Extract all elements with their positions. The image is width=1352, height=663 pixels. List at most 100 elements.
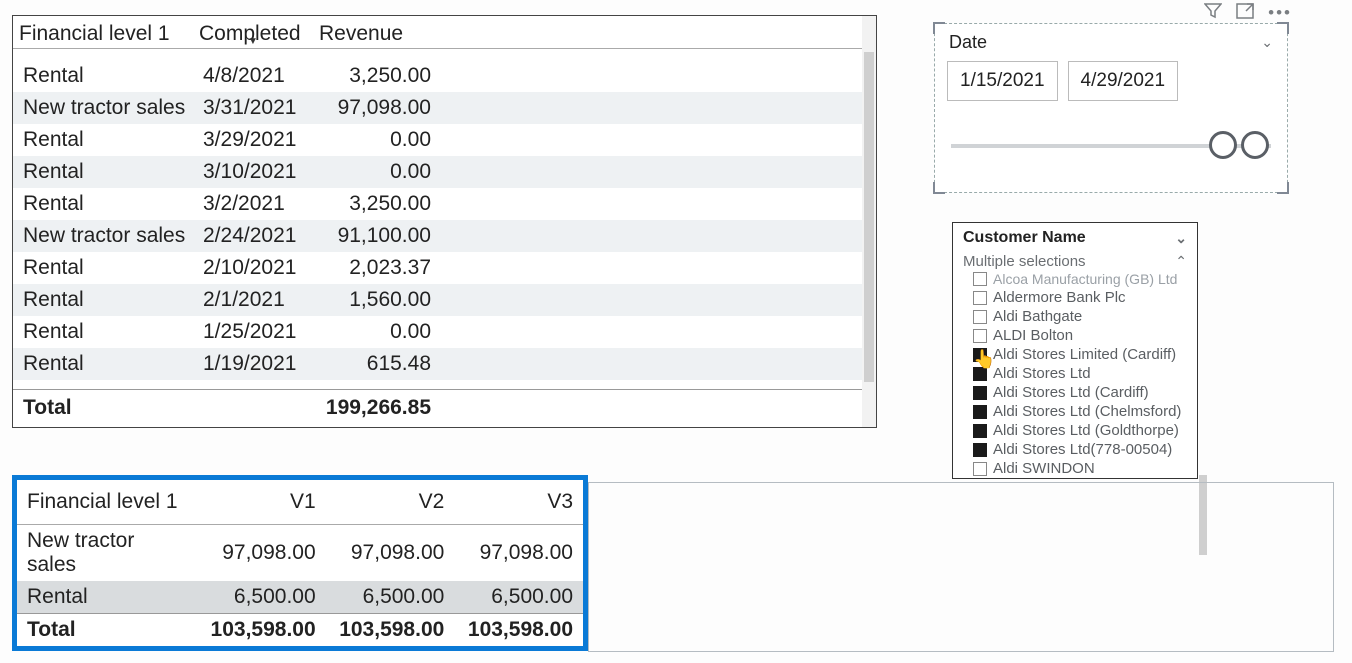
cell-financial-level: Rental	[17, 581, 197, 614]
cell-completed: 3/2/2021	[193, 188, 313, 220]
date-range-slider[interactable]	[951, 125, 1271, 175]
table-row[interactable]: Rental1/19/2021615.48	[13, 348, 862, 380]
col-header-spacer	[443, 16, 862, 49]
slicer-item[interactable]: Aldi SWINDON	[959, 459, 1197, 478]
scrollbar-vertical[interactable]	[862, 16, 876, 427]
cell-financial-level: Rental	[13, 348, 193, 380]
checkbox[interactable]	[973, 348, 987, 362]
date-to-input[interactable]: 4/29/2021	[1068, 61, 1179, 101]
table-row[interactable]: Rental2/1/20211,560.00	[13, 284, 862, 316]
customer-name-slicer[interactable]: Customer Name ⌄ Multiple selections ⌃ Al…	[952, 222, 1198, 479]
table-row[interactable]: Rental6,500.006,500.006,500.00	[17, 581, 583, 614]
cell-revenue: 2,023.37	[313, 252, 443, 284]
table-row[interactable]: New tractor sales3/31/202197,098.00	[13, 92, 862, 124]
checkbox[interactable]	[973, 462, 987, 476]
slicer-item[interactable]: Aldi Stores Ltd (Goldthorpe)	[959, 421, 1197, 440]
col-header-financial-level[interactable]: Financial level 1	[17, 480, 197, 525]
cell-revenue: 615.48	[313, 348, 443, 380]
checkbox[interactable]	[973, 386, 987, 400]
selection-handle[interactable]	[1277, 22, 1289, 34]
total-v3: 103,598.00	[454, 614, 583, 647]
cell-financial-level: Rental	[13, 188, 193, 220]
cell-completed: 1/25/2021	[193, 316, 313, 348]
cell-revenue: 0.00	[313, 156, 443, 188]
date-slicer[interactable]: Date ⌄ 1/15/2021 4/29/2021	[934, 23, 1288, 193]
slicer-item[interactable]: Aldermore Bank Plc	[959, 288, 1197, 307]
scrollbar-thumb[interactable]	[864, 52, 874, 382]
total-v2: 103,598.00	[326, 614, 455, 647]
slicer-item[interactable]: Aldi Bathgate	[959, 307, 1197, 326]
cell-revenue: 1,560.00	[313, 284, 443, 316]
slicer-item[interactable]: Aldi Stores Ltd(778-00504)	[959, 440, 1197, 459]
slicer-item[interactable]: Aldi Stores Ltd (Cardiff)	[959, 383, 1197, 402]
visual-header-toolbar: •••	[1204, 3, 1292, 24]
slicer-item-label: Aldi Stores Ltd	[993, 365, 1091, 382]
slider-handle-start[interactable]	[1209, 131, 1237, 159]
more-options-icon[interactable]: •••	[1268, 3, 1292, 24]
selection-handle[interactable]	[933, 182, 945, 194]
col-header-financial-level[interactable]: Financial level 1	[13, 16, 193, 49]
table-row[interactable]: New tractor sales97,098.0097,098.0097,09…	[17, 525, 583, 582]
empty-visual-placeholder[interactable]	[588, 482, 1334, 652]
cell-v1: 6,500.00	[197, 581, 326, 614]
filter-icon[interactable]	[1204, 3, 1222, 24]
cell-completed: 3/29/2021	[193, 124, 313, 156]
slicer-item-label: Aldi Bathgate	[993, 308, 1082, 325]
checkbox[interactable]	[973, 443, 987, 457]
table-row[interactable]: Rental3/29/20210.00	[13, 124, 862, 156]
table-row[interactable]: Rental3/10/20210.00	[13, 156, 862, 188]
checkbox[interactable]	[973, 424, 987, 438]
col-header-revenue[interactable]: Revenue	[313, 16, 443, 49]
cell-revenue: 3,250.00	[313, 60, 443, 92]
cell-revenue: 0.00	[313, 124, 443, 156]
cell-v2: 6,500.00	[326, 581, 455, 614]
checkbox[interactable]	[973, 272, 987, 286]
cell-financial-level: Rental	[13, 284, 193, 316]
summary-table-visual[interactable]: Financial level 1 V1 V2 V3 New tractor s…	[12, 475, 588, 651]
cell-revenue: 3,250.00	[313, 188, 443, 220]
checkbox[interactable]	[973, 291, 987, 305]
focus-mode-icon[interactable]	[1236, 3, 1254, 24]
slicer-item-label: ALDI Bolton	[993, 327, 1073, 344]
cell-financial-level: Rental	[13, 124, 193, 156]
slicer-item[interactable]: Aldi Stores Limited (Cardiff)👆	[959, 345, 1197, 364]
checkbox[interactable]	[973, 367, 987, 381]
table-row[interactable]: Rental4/8/20213,250.00	[13, 60, 862, 92]
col-header-completed[interactable]: Completed	[193, 16, 313, 49]
cell-v1: 97,098.00	[197, 525, 326, 582]
table-row[interactable]: Rental2/10/20212,023.37	[13, 252, 862, 284]
cell-completed: 3/31/2021	[193, 92, 313, 124]
total-label: Total	[13, 390, 193, 427]
chevron-down-icon[interactable]: ⌄	[1175, 230, 1187, 247]
cell-financial-level: Rental	[13, 60, 193, 92]
total-value: 199,266.85	[313, 390, 443, 427]
slider-handle-end[interactable]	[1241, 131, 1269, 159]
table-row[interactable]: Rental3/2/20213,250.00	[13, 188, 862, 220]
cell-financial-level: New tractor sales	[17, 525, 197, 582]
col-header-v2[interactable]: V2	[326, 480, 455, 525]
checkbox[interactable]	[973, 405, 987, 419]
selection-handle[interactable]	[1277, 182, 1289, 194]
checkbox[interactable]	[973, 329, 987, 343]
slicer-item[interactable]: Aldi Stores Ltd (Chelmsford)	[959, 402, 1197, 421]
cell-revenue: 91,100.00	[313, 220, 443, 252]
slicer-title: Date	[949, 32, 987, 53]
slicer-item[interactable]: ALDI Bolton	[959, 326, 1197, 345]
chevron-down-icon[interactable]: ⌄	[1261, 34, 1273, 51]
date-from-input[interactable]: 1/15/2021	[947, 61, 1058, 101]
col-header-v1[interactable]: V1	[197, 480, 326, 525]
revenue-table-visual[interactable]: Financial level 1 Completed Revenue Rent…	[12, 15, 877, 428]
cell-financial-level: Rental	[13, 252, 193, 284]
cell-completed: 4/8/2021	[193, 60, 313, 92]
slicer-item[interactable]: Aldi Stores Ltd	[959, 364, 1197, 383]
cell-revenue: 0.00	[313, 316, 443, 348]
slicer-item[interactable]: Alcoa Manufacturing (GB) Ltd	[959, 272, 1197, 288]
col-header-v3[interactable]: V3	[454, 480, 583, 525]
table-row[interactable]: Rental1/25/20210.00	[13, 316, 862, 348]
total-label: Total	[17, 614, 197, 647]
cell-completed: 2/24/2021	[193, 220, 313, 252]
selection-handle[interactable]	[933, 22, 945, 34]
chevron-up-icon[interactable]: ⌃	[1175, 253, 1187, 270]
table-row[interactable]: New tractor sales2/24/202191,100.00	[13, 220, 862, 252]
checkbox[interactable]	[973, 310, 987, 324]
